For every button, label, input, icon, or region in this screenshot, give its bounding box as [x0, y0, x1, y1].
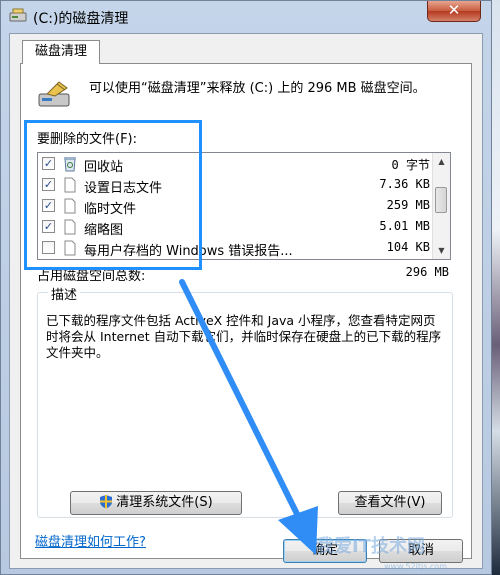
scroll-down-icon[interactable]: ▼ — [433, 242, 450, 259]
total-space-value: 296 MB — [405, 265, 449, 279]
title-bar[interactable]: (C:)的磁盘清理 ✕ — [1, 1, 491, 31]
list-item-error-reports[interactable]: 每用户存档的 Windows 错误报告... 104 KB — [38, 237, 434, 259]
recycle-bin-icon — [64, 157, 76, 172]
file-size: 259 MB — [386, 198, 430, 212]
file-list-label: 要删除的文件(F): — [37, 132, 138, 147]
disk-cleanup-window: (C:)的磁盘清理 ✕ 磁盘清理 可以使用“磁盘清理”来释放 (C:) 上的 2… — [0, 0, 492, 575]
how-disk-cleanup-works-link[interactable]: 磁盘清理如何工作? — [35, 531, 146, 550]
tab-panel: 可以使用“磁盘清理”来释放 (C:) 上的 296 MB 磁盘空间。 要删除的文… — [20, 63, 472, 559]
background-desktop-strip — [492, 0, 500, 575]
checkbox-setup-logs[interactable]: ✓ — [42, 178, 55, 191]
file-icon — [64, 198, 76, 214]
disk-drive-icon — [9, 8, 27, 22]
uac-shield-icon — [100, 495, 113, 509]
file-size: 5.01 MB — [379, 219, 430, 233]
files-to-delete-list[interactable]: ✓ 回收站 0 字节 ✓ 设置日志文件 7.36 KB ✓ 临时文件 259 M… — [37, 152, 451, 260]
close-button[interactable]: ✕ — [427, 1, 481, 22]
total-space-label: 占用磁盘空间总数: — [37, 269, 146, 284]
window-title: (C:)的磁盘清理 — [33, 11, 129, 27]
list-item-setup-logs[interactable]: ✓ 设置日志文件 7.36 KB — [38, 174, 434, 196]
file-name: 回收站 — [84, 160, 124, 175]
file-name: 设置日志文件 — [84, 181, 163, 196]
dialog-body: 磁盘清理 可以使用“磁盘清理”来释放 (C:) 上的 296 MB 磁盘空间。 … — [9, 33, 483, 569]
intro-text: 可以使用“磁盘清理”来释放 (C:) 上的 296 MB 磁盘空间。 — [89, 81, 426, 96]
list-scrollbar[interactable]: ▲ ▼ — [432, 153, 450, 259]
description-text: 已下载的程序文件包括 ActiveX 控件和 Java 小程序，您查看特定网页时… — [46, 313, 442, 360]
tab-disk-cleanup[interactable]: 磁盘清理 — [22, 40, 100, 64]
disk-cleanup-icon — [38, 81, 70, 107]
list-item-temp-files[interactable]: ✓ 临时文件 259 MB — [38, 195, 434, 217]
scroll-thumb[interactable] — [435, 187, 447, 213]
description-title: 描述 — [48, 284, 81, 303]
cleanup-system-files-button[interactable]: 清理系统文件(S) — [70, 491, 242, 515]
checkbox-temp-files[interactable]: ✓ — [42, 199, 55, 212]
file-name: 临时文件 — [84, 202, 137, 217]
file-size: 0 字节 — [391, 158, 430, 172]
file-icon — [64, 219, 76, 235]
file-size: 104 KB — [386, 240, 430, 254]
file-icon — [64, 240, 76, 256]
view-files-button[interactable]: 查看文件(V) — [338, 491, 442, 515]
file-size: 7.36 KB — [379, 177, 430, 191]
checkbox-recycle-bin[interactable]: ✓ — [42, 157, 55, 170]
file-name: 缩略图 — [84, 223, 124, 238]
list-item-recycle-bin[interactable]: ✓ 回收站 0 字节 — [38, 153, 434, 175]
file-icon — [64, 177, 76, 193]
checkbox-thumbnails[interactable]: ✓ — [42, 220, 55, 233]
ok-button[interactable]: 确定 — [283, 539, 367, 563]
description-group: 描述 已下载的程序文件包括 ActiveX 控件和 Java 小程序，您查看特定… — [37, 284, 453, 518]
scroll-up-icon[interactable]: ▲ — [433, 153, 450, 170]
checkbox-error-reports[interactable] — [42, 241, 55, 254]
cancel-button[interactable]: 取消 — [379, 539, 463, 563]
file-name: 每用户存档的 Windows 错误报告... — [84, 244, 293, 259]
list-item-thumbnails[interactable]: ✓ 缩略图 5.01 MB — [38, 216, 434, 238]
cleanup-system-files-label: 清理系统文件(S) — [116, 495, 213, 510]
